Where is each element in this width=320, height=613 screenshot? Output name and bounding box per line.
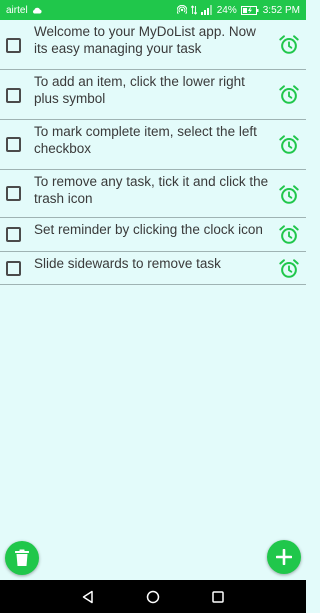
status-left: airtel bbox=[6, 5, 42, 16]
task-row[interactable]: Set reminder by clicking the clock icon bbox=[0, 218, 306, 252]
alarm-clock-icon[interactable] bbox=[278, 134, 300, 156]
task-row[interactable]: To add an item, click the lower right pl… bbox=[0, 70, 306, 120]
task-checkbox[interactable] bbox=[6, 227, 21, 242]
task-checkbox[interactable] bbox=[6, 38, 21, 53]
add-task-button[interactable] bbox=[267, 540, 301, 574]
trash-icon bbox=[15, 549, 29, 566]
delete-task-button[interactable] bbox=[5, 541, 39, 575]
task-checkbox[interactable] bbox=[6, 88, 21, 103]
task-checkbox[interactable] bbox=[6, 261, 21, 276]
recents-square-icon[interactable] bbox=[211, 590, 225, 604]
hotspot-icon bbox=[176, 5, 187, 15]
home-circle-icon[interactable] bbox=[146, 590, 160, 604]
task-row[interactable]: Welcome to your MyDoList app. Now its ea… bbox=[0, 20, 306, 70]
task-checkbox[interactable] bbox=[6, 137, 21, 152]
alarm-clock-icon[interactable] bbox=[278, 224, 300, 246]
task-text: To add an item, click the lower right pl… bbox=[34, 74, 245, 106]
carrier-name: airtel bbox=[6, 4, 28, 16]
alarm-clock-icon[interactable] bbox=[278, 258, 300, 280]
task-text: Slide sidewards to remove task bbox=[34, 256, 221, 271]
status-right: 24% 3:52 PM bbox=[176, 4, 300, 16]
battery-icon bbox=[240, 5, 259, 15]
data-activity-icon bbox=[190, 5, 197, 15]
signal-icon bbox=[200, 5, 213, 15]
navigation-bar bbox=[0, 580, 306, 613]
back-triangle-icon[interactable] bbox=[81, 590, 95, 604]
task-text: Set reminder by clicking the clock icon bbox=[34, 222, 263, 237]
clock-time: 3:52 PM bbox=[262, 4, 300, 16]
task-row[interactable]: To mark complete item, select the left c… bbox=[0, 120, 306, 170]
status-bar: airtel 24% 3:52 PM bbox=[0, 0, 306, 20]
task-checkbox[interactable] bbox=[6, 186, 21, 201]
task-list: Welcome to your MyDoList app. Now its ea… bbox=[0, 20, 306, 285]
task-text: To mark complete item, select the left c… bbox=[34, 124, 257, 156]
cloud-icon bbox=[32, 7, 42, 14]
alarm-clock-icon[interactable] bbox=[278, 34, 300, 56]
alarm-clock-icon[interactable] bbox=[278, 184, 300, 206]
task-row[interactable]: To remove any task, tick it and click th… bbox=[0, 170, 306, 218]
task-row[interactable]: Slide sidewards to remove task bbox=[0, 252, 306, 285]
task-text: To remove any task, tick it and click th… bbox=[34, 174, 269, 206]
battery-percent: 24% bbox=[216, 4, 237, 16]
plus-icon bbox=[276, 549, 292, 565]
alarm-clock-icon[interactable] bbox=[278, 84, 300, 106]
task-text: Welcome to your MyDoList app. Now its ea… bbox=[34, 24, 256, 56]
